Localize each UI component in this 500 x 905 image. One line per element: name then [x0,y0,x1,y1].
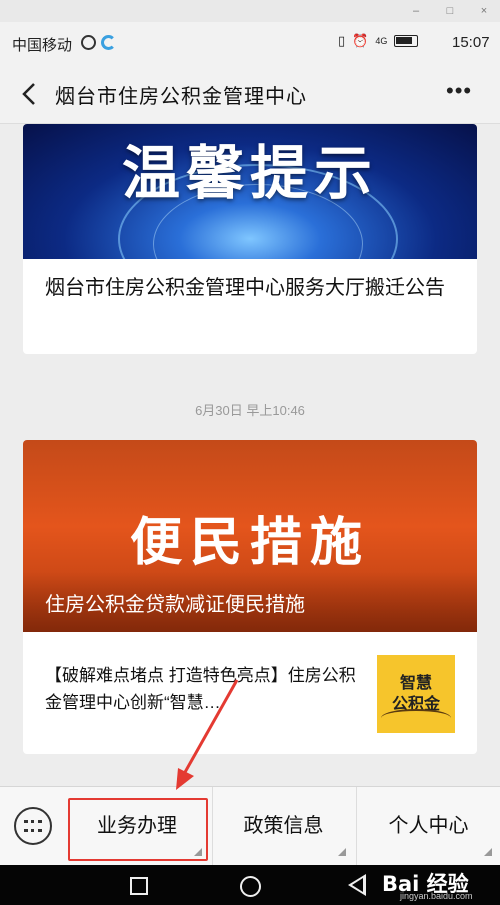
more-options-icon[interactable]: ••• [446,78,472,104]
highlight-box [68,798,208,861]
close-button[interactable]: × [472,2,496,20]
article-summary: 【破解难点堵点 打造特色亮点】住房公积金管理中心创新“智慧… [45,666,356,712]
baidu-watermark: Bai 经验 jingyan.baidu.com [380,866,500,905]
home-icon[interactable] [240,876,261,897]
page-title: 烟台市住房公积金管理中心 [55,86,307,108]
status-bar: 中国移动 ▯ ⏰ 4G 15:07 [0,22,500,64]
alarm-icon: ⏰ [352,33,369,48]
banner-caption: 住房公积金贷款减证便民措施 [45,594,305,616]
article-thumbnail: 智慧 公积金 [377,655,455,733]
article-card[interactable]: 便民措施 住房公积金贷款减证便民措施 【破解难点堵点 打造特色亮点】住房公积金管… [23,440,477,754]
menu-item-label: 个人中心 [388,815,469,837]
article-banner: 便民措施 住房公积金贷款减证便民措施 [23,440,477,632]
banner-text: 温馨提示 [121,141,378,206]
watermark-url: jingyan.baidu.com [400,891,473,901]
menu-item-label: 政策信息 [243,815,324,837]
keyboard-toggle-icon[interactable] [14,807,52,845]
menu-item-policy[interactable]: 政策信息 [212,787,354,866]
recent-apps-icon[interactable] [130,877,148,895]
window-title-bar: – □ × [0,0,500,22]
hd-icon [81,35,96,50]
article-title: 烟台市住房公积金管理中心服务大厅搬迁公告 [45,277,445,299]
nav-bar: 烟台市住房公积金管理中心 ••• [0,64,500,124]
battery-icon [394,35,419,47]
signal-icon: 4G [375,36,388,46]
carrier-name: 中国移动 [12,37,73,54]
data-sync-icon [101,35,116,50]
minimize-button[interactable]: – [404,2,428,20]
vibrate-icon: ▯ [338,33,346,48]
article-banner: 温馨提示 [23,124,477,259]
message-timestamp: 6月30日 早上10:46 [195,403,305,418]
maximize-button[interactable]: □ [438,2,462,20]
banner-text: 便民措施 [129,514,370,572]
back-arrow-icon[interactable] [18,80,42,108]
clock: 15:07 [452,34,490,51]
article-card[interactable]: 温馨提示 烟台市住房公积金管理中心服务大厅搬迁公告 [23,124,477,354]
menu-item-personal[interactable]: 个人中心 [356,787,500,866]
